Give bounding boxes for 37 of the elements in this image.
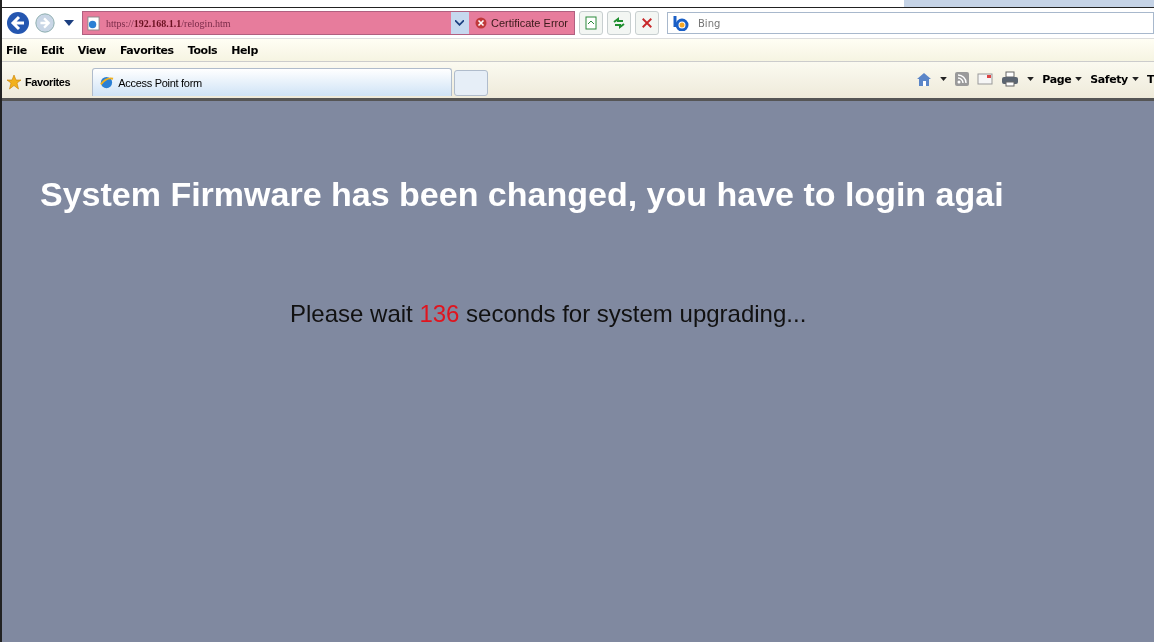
caret-icon [1131,77,1139,81]
certificate-error-button[interactable]: Certificate Error [474,17,574,29]
caret-icon [1075,77,1083,81]
browser-icon [99,75,115,90]
star-icon [6,74,22,90]
page-heading: System Firmware has been changed, you have to login agai [40,175,1005,214]
command-menu[interactable]: T [1146,72,1154,86]
mail-icon[interactable] [977,73,994,85]
menu-item[interactable]: Favorites [119,43,174,57]
favorites-button[interactable]: Favorites [6,74,85,96]
address-field[interactable]: https://192.168.1.1/relogin.htm Certificate Error [82,11,575,35]
caret-icon[interactable] [940,77,948,81]
menu-item[interactable]: View [77,43,106,57]
dropdown-button[interactable] [450,12,469,34]
chevron-icon [455,20,465,26]
browser-tab[interactable]: Access Point form [92,68,453,96]
stop-button[interactable] [635,11,659,35]
page-icon [584,16,598,30]
printer-icon[interactable] [1001,71,1020,87]
caret-icon[interactable] [1027,77,1035,81]
close-icon [641,17,653,29]
menu-item[interactable]: Help [231,43,258,57]
caret-icon[interactable] [64,20,74,26]
wait-message: Please wait 136 seconds for system upgrading... [290,300,808,328]
menu-item[interactable]: Edit [40,43,64,57]
back-button[interactable] [6,11,30,35]
search-field[interactable]: Bing [667,12,1154,34]
menu-item[interactable]: Tools [187,43,218,57]
page-icon [87,15,100,31]
feed-icon[interactable] [955,72,970,86]
home-icon[interactable] [916,71,933,87]
command-menu[interactable]: Safety [1090,72,1139,86]
command-menu[interactable]: Page [1042,72,1083,86]
menu-item[interactable]: File [6,43,27,57]
refresh-button[interactable] [607,11,631,35]
error-icon [474,17,487,29]
refresh-icon [612,16,626,30]
